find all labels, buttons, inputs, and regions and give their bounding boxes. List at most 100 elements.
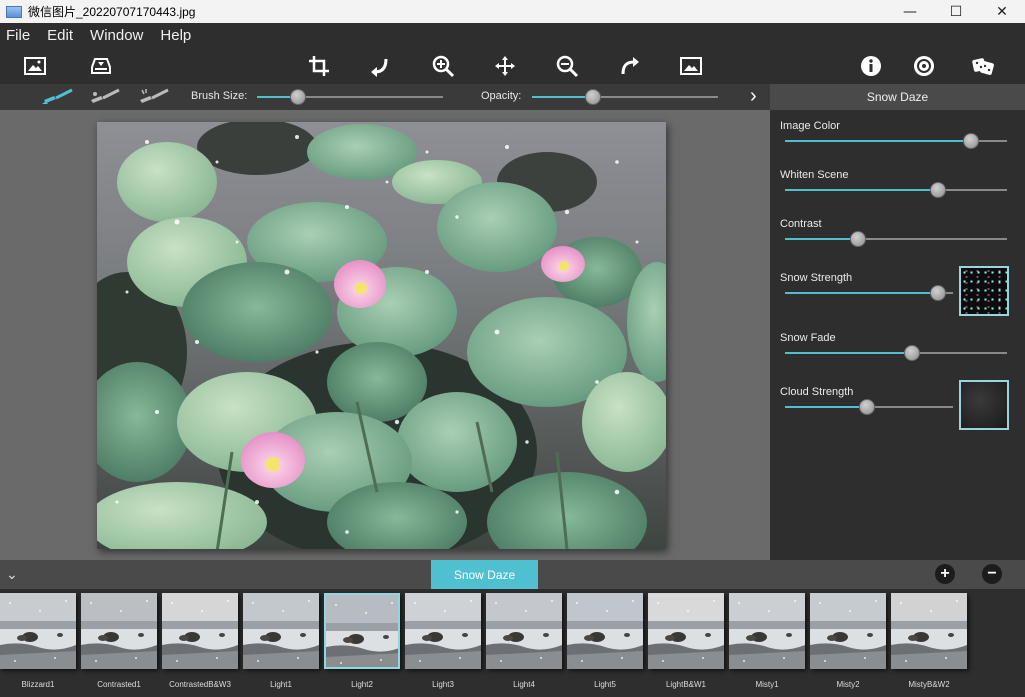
save-image-icon[interactable] — [85, 51, 117, 81]
preset-thumbnail — [567, 593, 643, 669]
image-color-label: Image Color — [780, 120, 840, 132]
open-image-icon[interactable] — [19, 51, 51, 81]
presets-strip: Blizzard1 Contrasted1 ContrastedB&W3 Light1… — [0, 589, 1025, 697]
preset-label: Light2 — [351, 680, 373, 689]
close-button[interactable]: ✕ — [979, 0, 1025, 23]
brush-toolbar: Brush Size: Opacity: › — [0, 84, 770, 110]
preset-thumbnail — [81, 593, 157, 669]
lotus-flower-bottom — [241, 432, 305, 488]
brush-size-knob[interactable] — [289, 89, 306, 105]
whiten-scene-slider-fill — [785, 189, 939, 191]
preset-lightb-w1[interactable]: LightB&W1 — [648, 593, 724, 689]
menu-bar: File Edit Window Help — [0, 23, 1025, 48]
lotus-flower-right — [541, 246, 585, 282]
add-preset-button[interactable]: + — [935, 564, 955, 584]
preset-mistyb-w2[interactable]: MistyB&W2 — [891, 593, 967, 689]
zoom-in-icon[interactable] — [427, 51, 459, 81]
rotate-right-icon[interactable] — [614, 51, 646, 81]
brush-size-label: Brush Size: — [191, 90, 248, 102]
toolbar — [0, 48, 1025, 84]
preset-misty1[interactable]: Misty1 — [729, 593, 805, 689]
window-title: 微信图片_20220707170443.jpg — [28, 5, 196, 19]
info-icon[interactable] — [855, 51, 887, 81]
preset-label: Misty1 — [755, 680, 779, 689]
cloud-strength-preview[interactable] — [959, 380, 1009, 430]
snow-fade-slider-fill — [785, 352, 912, 354]
preset-light5[interactable]: Light5 — [567, 593, 643, 689]
snow-strength-preview[interactable] — [959, 266, 1009, 316]
preset-thumbnail — [324, 593, 400, 669]
maximize-button[interactable]: ☐ — [933, 0, 979, 23]
remove-preset-button[interactable]: − — [982, 564, 1002, 584]
erase-brush-icon[interactable] — [87, 86, 123, 108]
preset-label: MistyB&W2 — [908, 680, 950, 689]
preset-thumbnail — [486, 593, 562, 669]
menu-file[interactable]: File — [0, 27, 37, 44]
preset-thumbnail — [648, 593, 724, 669]
preset-thumbnail — [0, 593, 76, 669]
snow-fade-label: Snow Fade — [780, 332, 836, 344]
snow-strength-slider-fill — [785, 292, 938, 294]
opacity-knob[interactable] — [585, 89, 602, 105]
presets-bar: ⌄ Snow Daze + − — [0, 560, 1025, 589]
title-bar: 微信图片_20220707170443.jpg — ☐ ✕ — [0, 0, 1025, 23]
filter-panel-title: Snow Daze — [770, 84, 1025, 110]
image-color-slider-knob[interactable] — [963, 133, 980, 149]
preset-label: ContrastedB&W3 — [169, 680, 231, 689]
menu-edit[interactable]: Edit — [40, 27, 80, 44]
preset-thumbnail — [729, 593, 805, 669]
preset-label: Light1 — [270, 680, 292, 689]
snow-fade-slider-knob[interactable] — [903, 345, 920, 361]
preset-misty2[interactable]: Misty2 — [810, 593, 886, 689]
preset-thumbnail — [891, 593, 967, 669]
cloud-strength-slider-knob[interactable] — [859, 399, 876, 415]
whiten-scene-slider-knob[interactable] — [930, 182, 947, 198]
settings-icon[interactable] — [908, 51, 940, 81]
preset-label: Light4 — [513, 680, 535, 689]
preset-thumbnail — [243, 593, 319, 669]
cloud-strength-label: Cloud Strength — [780, 386, 854, 398]
preset-light3[interactable]: Light3 — [405, 593, 481, 689]
rotate-left-icon[interactable] — [364, 51, 396, 81]
snow-strength-slider-knob[interactable] — [929, 285, 946, 301]
contrast-label: Contrast — [780, 218, 822, 230]
collapse-chevron-icon[interactable]: ⌄ — [6, 566, 18, 583]
preset-contrastedb-w3[interactable]: ContrastedB&W3 — [162, 593, 238, 689]
snow-strength-label: Snow Strength — [780, 272, 853, 284]
preset-thumbnail — [162, 593, 238, 669]
menu-help[interactable]: Help — [153, 27, 198, 44]
active-filter-tab[interactable]: Snow Daze — [431, 560, 538, 589]
randomize-icon[interactable] — [967, 51, 999, 81]
preset-label: Light3 — [432, 680, 454, 689]
panel-toggle-chevron-icon[interactable]: › — [750, 85, 757, 108]
preset-label: Blizzard1 — [21, 680, 55, 689]
app-image-icon — [6, 5, 22, 18]
contrast-slider-knob[interactable] — [850, 231, 867, 247]
crop-icon[interactable] — [303, 51, 335, 81]
preset-label: Misty2 — [836, 680, 860, 689]
zoom-out-icon[interactable] — [551, 51, 583, 81]
menu-window[interactable]: Window — [83, 27, 150, 44]
window-controls: — ☐ ✕ — [887, 0, 1025, 23]
lotus-flower-middle — [334, 260, 386, 308]
preset-contrasted1[interactable]: Contrasted1 — [81, 593, 157, 689]
preset-label: LightB&W1 — [665, 680, 707, 689]
paint-brush-icon[interactable] — [40, 86, 76, 108]
move-icon[interactable] — [489, 51, 521, 81]
preset-light2[interactable]: Light2 — [324, 593, 400, 689]
smart-brush-icon[interactable] — [136, 86, 172, 108]
preset-thumbnail — [810, 593, 886, 669]
minimize-button[interactable]: — — [887, 0, 933, 23]
contrast-slider-fill — [785, 238, 859, 240]
preset-light1[interactable]: Light1 — [243, 593, 319, 689]
fit-image-icon[interactable] — [675, 51, 707, 81]
preset-thumbnail — [405, 593, 481, 669]
preset-label: Contrasted1 — [97, 680, 141, 689]
image-canvas[interactable] — [0, 110, 770, 560]
preset-blizzard1[interactable]: Blizzard1 — [0, 593, 76, 689]
edited-photo — [97, 122, 666, 549]
preset-light4[interactable]: Light4 — [486, 593, 562, 689]
adjustments-panel: Image Color Whiten Scene Contrast Snow Stre… — [770, 110, 1025, 560]
preset-label: Light5 — [594, 680, 616, 689]
whiten-scene-label: Whiten Scene — [780, 169, 849, 181]
